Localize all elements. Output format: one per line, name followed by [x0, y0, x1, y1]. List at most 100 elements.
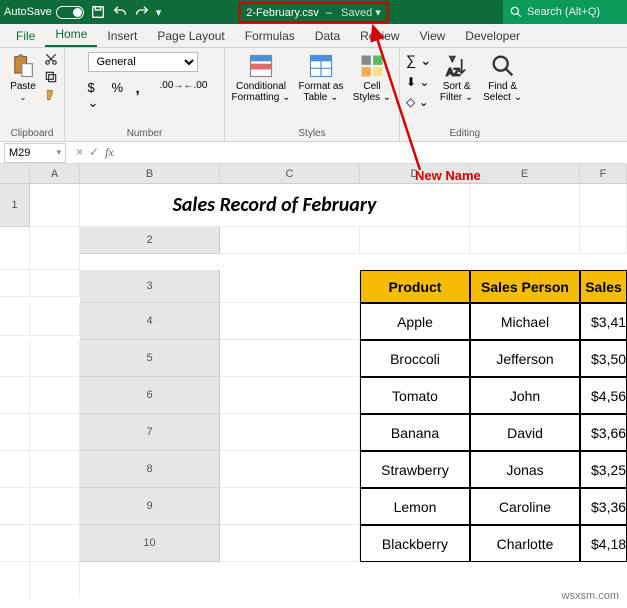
cell[interactable]: [0, 451, 30, 488]
row-header[interactable]: 1: [0, 184, 30, 227]
autosum-icon[interactable]: ∑ ⌄: [406, 52, 432, 69]
col-A[interactable]: A: [30, 164, 80, 184]
cell[interactable]: [220, 377, 360, 414]
cell[interactable]: [0, 270, 30, 297]
qat-more-icon[interactable]: ▾: [156, 6, 162, 19]
cell[interactable]: [0, 562, 30, 598]
decrease-decimal-icon[interactable]: ←.00: [184, 80, 202, 98]
person-cell[interactable]: Charlotte: [470, 525, 580, 562]
product-cell[interactable]: Blackberry: [360, 525, 470, 562]
percent-icon[interactable]: %: [112, 80, 130, 98]
formula-input[interactable]: [120, 143, 627, 163]
row-header[interactable]: 8: [80, 451, 220, 488]
number-format-select[interactable]: General: [88, 52, 198, 72]
name-box[interactable]: M29 ▾: [4, 143, 66, 163]
tab-view[interactable]: View: [410, 25, 456, 47]
cancel-formula-icon[interactable]: ×: [76, 145, 83, 160]
cell[interactable]: [470, 184, 580, 227]
tab-review[interactable]: Review: [350, 25, 409, 47]
cell[interactable]: [220, 451, 360, 488]
row-header[interactable]: 2: [80, 227, 220, 254]
cell[interactable]: [360, 227, 470, 254]
clear-icon[interactable]: ◇ ⌄: [406, 95, 432, 109]
sales-cell[interactable]: $3,253.00: [580, 451, 627, 488]
conditional-formatting-button[interactable]: Conditional Formatting ⌄: [231, 52, 291, 103]
tab-formulas[interactable]: Formulas: [235, 25, 305, 47]
sales-cell[interactable]: $4,189.00: [580, 525, 627, 562]
sort-filter-button[interactable]: AZ Sort & Filter ⌄: [436, 52, 478, 103]
product-cell[interactable]: Broccoli: [360, 340, 470, 377]
cell[interactable]: [0, 303, 30, 336]
tab-data[interactable]: Data: [305, 25, 350, 47]
person-cell[interactable]: Jefferson: [470, 340, 580, 377]
find-select-button[interactable]: Find & Select ⌄: [482, 52, 524, 103]
cell[interactable]: [220, 340, 360, 377]
header-person[interactable]: Sales Person: [470, 270, 580, 303]
sales-cell[interactable]: $3,669.00: [580, 414, 627, 451]
sales-cell[interactable]: $3,417.00: [580, 303, 627, 340]
product-cell[interactable]: Strawberry: [360, 451, 470, 488]
tab-page-layout[interactable]: Page Layout: [147, 25, 234, 47]
sales-cell[interactable]: $4,565.00: [580, 377, 627, 414]
redo-icon[interactable]: [134, 4, 150, 20]
cut-icon[interactable]: [44, 52, 58, 66]
saved-status[interactable]: Saved ▾: [341, 7, 381, 19]
header-product[interactable]: Product: [360, 270, 470, 303]
title-cell[interactable]: Sales Record of February: [80, 184, 470, 227]
col-F[interactable]: F: [580, 164, 627, 184]
paste-button[interactable]: Paste ⌄: [6, 52, 40, 102]
currency-icon[interactable]: $ ⌄: [88, 80, 106, 98]
cell[interactable]: [30, 414, 80, 451]
cell[interactable]: [30, 303, 80, 336]
search-input[interactable]: [527, 6, 617, 18]
header-sales[interactable]: Sales: [580, 270, 627, 303]
fx-icon[interactable]: fx: [105, 145, 114, 160]
person-cell[interactable]: John: [470, 377, 580, 414]
cell[interactable]: [220, 414, 360, 451]
copy-icon[interactable]: [44, 70, 58, 84]
person-cell[interactable]: David: [470, 414, 580, 451]
col-E[interactable]: E: [470, 164, 580, 184]
product-cell[interactable]: Lemon: [360, 488, 470, 525]
person-cell[interactable]: Jonas: [470, 451, 580, 488]
column-headers[interactable]: A B C D E F: [0, 164, 627, 184]
cell[interactable]: [0, 488, 30, 525]
col-B[interactable]: B: [80, 164, 220, 184]
sales-cell[interactable]: $3,507.00: [580, 340, 627, 377]
cell[interactable]: [30, 377, 80, 414]
product-cell[interactable]: Banana: [360, 414, 470, 451]
cell[interactable]: [30, 451, 80, 488]
cell-styles-button[interactable]: Cell Styles ⌄: [351, 52, 393, 103]
cell[interactable]: [30, 488, 80, 525]
person-cell[interactable]: Caroline: [470, 488, 580, 525]
cell[interactable]: [30, 340, 80, 377]
undo-icon[interactable]: [112, 4, 128, 20]
autosave-toggle[interactable]: AutoSave: [4, 6, 84, 19]
cell[interactable]: [220, 525, 360, 562]
cell[interactable]: [0, 227, 30, 270]
tab-home[interactable]: Home: [45, 23, 97, 47]
cell[interactable]: [0, 377, 30, 414]
row-header[interactable]: 10: [80, 525, 220, 562]
cell[interactable]: [30, 525, 80, 562]
tab-developer[interactable]: Developer: [455, 25, 530, 47]
col-C[interactable]: C: [220, 164, 360, 184]
cell[interactable]: [30, 227, 80, 270]
cell[interactable]: [30, 562, 80, 598]
row-header[interactable]: 6: [80, 377, 220, 414]
format-painter-icon[interactable]: [44, 88, 58, 102]
search-area[interactable]: [503, 0, 623, 24]
enter-formula-icon[interactable]: ✓: [89, 145, 99, 160]
worksheet[interactable]: A B C D E F 1Sales Record of February23P…: [0, 164, 627, 598]
select-all[interactable]: [0, 164, 30, 184]
product-cell[interactable]: Apple: [360, 303, 470, 340]
row-header[interactable]: 4: [80, 303, 220, 340]
cell[interactable]: [30, 184, 80, 227]
cell[interactable]: [220, 270, 360, 303]
cell[interactable]: [0, 414, 30, 451]
row-header[interactable]: 9: [80, 488, 220, 525]
comma-icon[interactable]: ,: [136, 80, 154, 98]
filename-dropdown-icon[interactable]: –: [326, 7, 332, 19]
row-header[interactable]: 5: [80, 340, 220, 377]
product-cell[interactable]: Tomato: [360, 377, 470, 414]
